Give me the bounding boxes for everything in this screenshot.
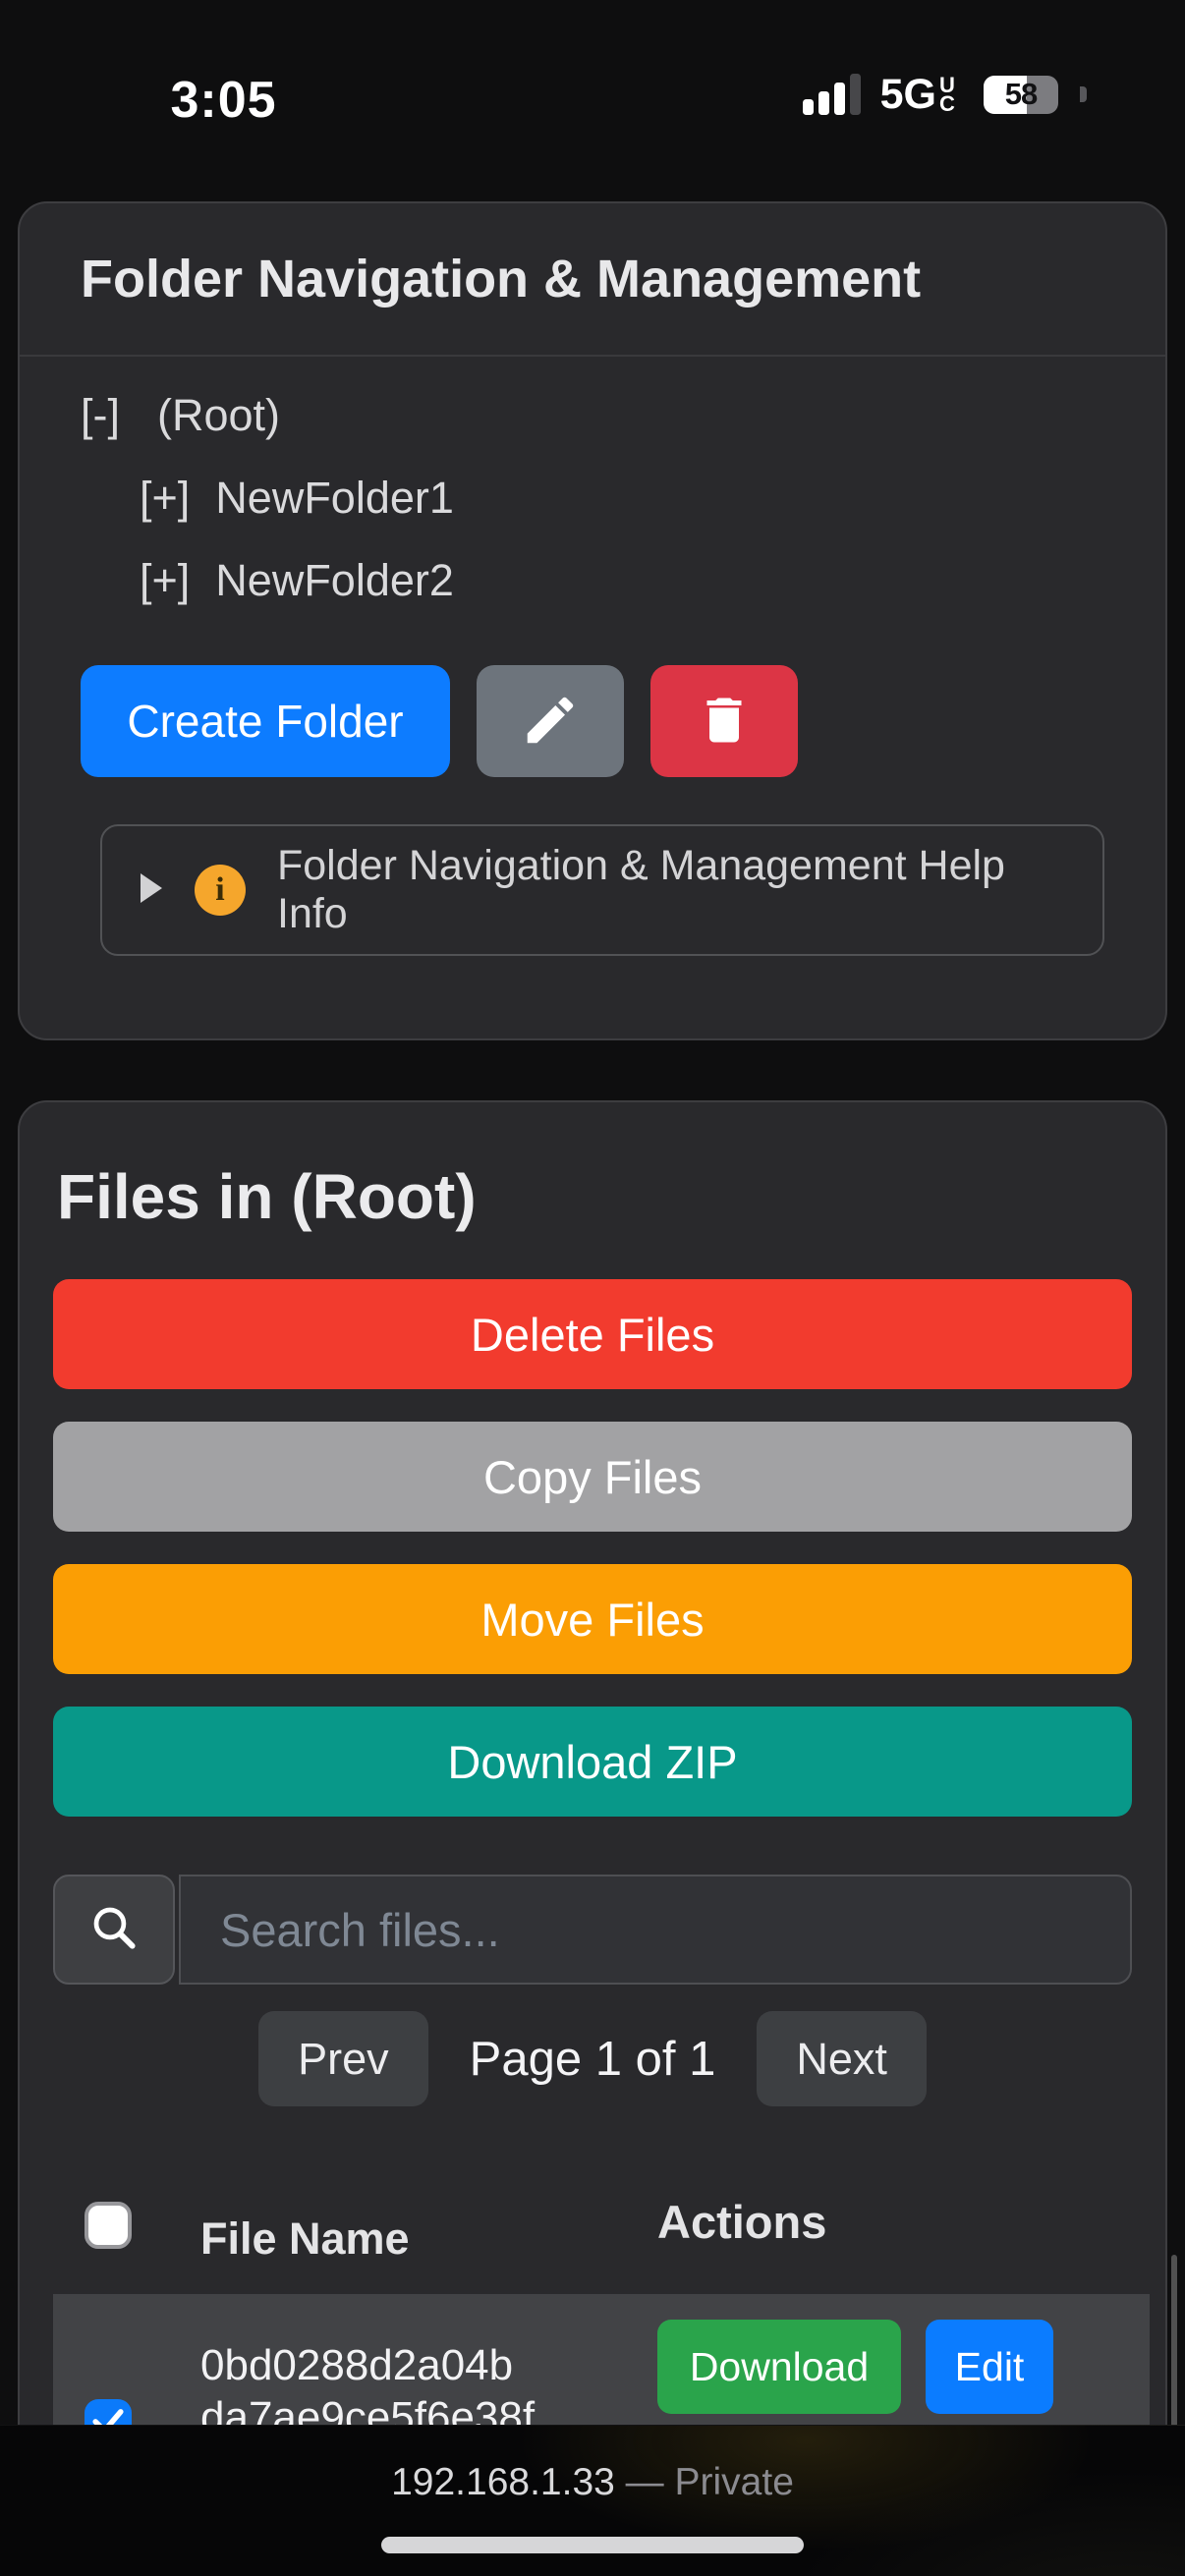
scrollbar-thumb[interactable]: [1171, 2255, 1177, 2436]
download-zip-button[interactable]: Download ZIP: [53, 1707, 1132, 1817]
search-button[interactable]: [53, 1875, 175, 1985]
pagination: Prev Page 1 of 1 Next: [53, 2011, 1132, 2106]
iphone-screen: 3:05 5GUC 58 Folder Navigation & Managem…: [0, 0, 1185, 2576]
status-time: 3:05: [147, 71, 300, 130]
help-disclosure[interactable]: i Folder Navigation & Management Help In…: [100, 824, 1104, 956]
search-input[interactable]: [179, 1875, 1132, 1985]
files-card-title: Files in (Root): [57, 1159, 1132, 1234]
edit-file-button[interactable]: Edit: [926, 2320, 1053, 2414]
disclosure-triangle-icon[interactable]: [140, 872, 163, 909]
tree-item-newfolder1[interactable]: [+] NewFolder1: [140, 469, 1104, 528]
tree-item-label: NewFolder1: [215, 473, 454, 524]
prev-page-button[interactable]: Prev: [258, 2011, 428, 2106]
page-indicator: Page 1 of 1: [470, 2032, 716, 2087]
network-type-label: 5GUC: [880, 74, 964, 115]
delete-files-button[interactable]: Delete Files: [53, 1279, 1132, 1389]
battery-percent: 58: [984, 76, 1058, 114]
actions-header: Actions: [657, 2195, 826, 2249]
url-host: 192.168.1.33: [391, 2461, 615, 2503]
help-label: Folder Navigation & Management Help Info: [277, 842, 1065, 938]
trash-icon: [695, 691, 754, 753]
select-all-checkbox[interactable]: [85, 2202, 132, 2249]
tree-item-newfolder2[interactable]: [+] NewFolder2: [140, 551, 1104, 610]
folder-tree: [-] (Root) [+] NewFolder1 [+] NewFolder2: [81, 386, 1104, 610]
battery-icon: 58: [984, 76, 1058, 114]
next-page-button[interactable]: Next: [757, 2011, 927, 2106]
files-card: Files in (Root) Delete Files Copy Files …: [18, 1100, 1167, 2545]
expand-toggle-icon[interactable]: [+]: [140, 555, 190, 606]
info-icon: i: [195, 865, 246, 916]
search-bar: [53, 1875, 1132, 1985]
address-bar[interactable]: 192.168.1.33 — Private: [0, 2461, 1185, 2504]
pencil-icon: [520, 690, 581, 754]
tree-item-label: NewFolder2: [215, 555, 454, 606]
file-name-header: File Name: [200, 2213, 574, 2265]
rename-folder-button[interactable]: [477, 665, 624, 777]
download-file-button[interactable]: Download: [657, 2320, 901, 2414]
folder-card-title: Folder Navigation & Management: [81, 243, 1104, 315]
table-header: File Name Actions: [53, 2202, 1132, 2249]
expand-toggle-icon[interactable]: [+]: [140, 473, 190, 524]
status-bar: 3:05 5GUC 58: [0, 0, 1185, 162]
move-files-button[interactable]: Move Files: [53, 1564, 1132, 1674]
copy-files-button[interactable]: Copy Files: [53, 1422, 1132, 1532]
private-mode-label: — Private: [626, 2461, 794, 2503]
tree-item-label: (Root): [157, 390, 280, 441]
collapse-toggle-icon[interactable]: [-]: [81, 390, 120, 441]
cellular-signal-icon: [803, 74, 861, 115]
battery-cap: [1080, 86, 1087, 102]
home-indicator[interactable]: [381, 2537, 804, 2553]
search-icon: [87, 1901, 141, 1959]
tree-item-root[interactable]: [-] (Root): [81, 386, 1104, 445]
folder-management-card: Folder Navigation & Management [-] (Root…: [18, 201, 1167, 1040]
safari-bottom-bar: 192.168.1.33 — Private: [0, 2425, 1185, 2576]
delete-folder-button[interactable]: [650, 665, 798, 777]
create-folder-button[interactable]: Create Folder: [81, 665, 450, 777]
